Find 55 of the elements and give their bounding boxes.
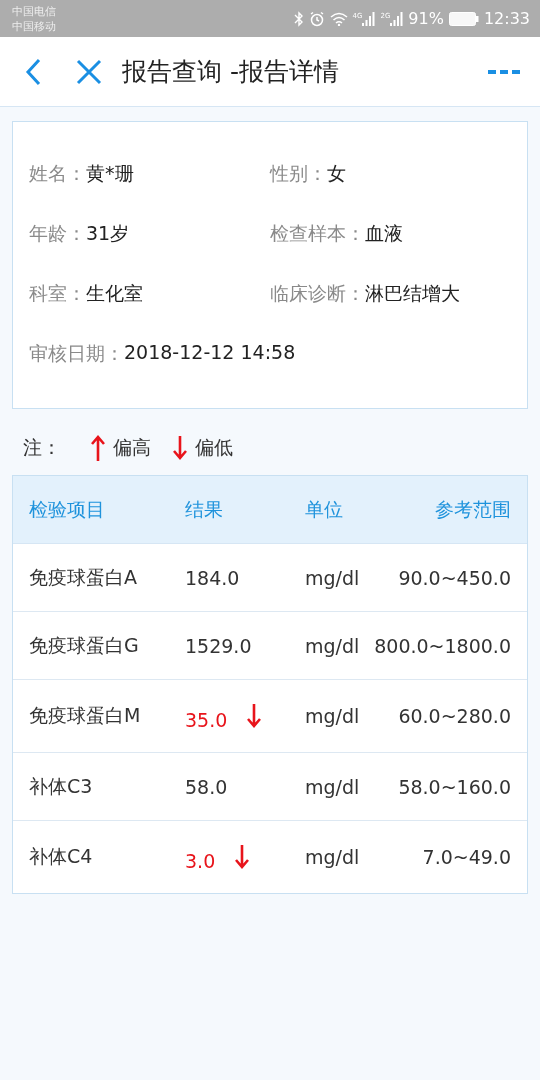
legend-label: 注：	[23, 435, 61, 460]
column-header: 结果	[185, 496, 224, 522]
reference-range: 800.0~1800.0	[374, 634, 511, 657]
column-header: 单位	[305, 496, 344, 522]
unit-value: mg/dl	[305, 566, 361, 589]
unit-value: mg/dl	[305, 846, 361, 868]
field-value: 女	[327, 161, 346, 186]
battery-percent: 91%	[408, 9, 444, 28]
legend-text: 偏低	[195, 435, 233, 460]
wifi-icon	[329, 11, 348, 26]
reference-range: 7.0~49.0	[421, 846, 511, 868]
field-label: 科室：	[29, 281, 86, 306]
reference-range: 90.0~450.0	[398, 566, 511, 589]
result-value: 35.0	[185, 709, 228, 731]
test-name: 免疫球蛋白A	[29, 564, 138, 590]
field-value: 31岁	[86, 221, 130, 246]
page-title: 报告查询 -报告详情	[122, 56, 340, 88]
bluetooth-icon	[293, 10, 304, 27]
field-value: 生化室	[86, 281, 143, 306]
column-header: 参考范围	[434, 496, 511, 522]
alarm-icon	[308, 10, 325, 27]
field-label: 姓名：	[29, 161, 86, 186]
close-button[interactable]	[76, 58, 102, 85]
clock-time: 12:33	[483, 9, 530, 28]
field-value: 淋巴结增大	[365, 281, 460, 306]
legend-text: 偏高	[113, 435, 151, 460]
result-value: 58.0	[185, 775, 228, 798]
back-button[interactable]	[24, 57, 42, 86]
field-value: 黄*珊	[86, 161, 134, 186]
unit-value: mg/dl	[305, 634, 361, 657]
test-name: 免疫球蛋白G	[29, 632, 140, 658]
unit-value: mg/dl	[305, 705, 361, 727]
field-label: 临床诊断：	[270, 281, 365, 306]
result-value: 1529.0	[185, 634, 252, 657]
battery-icon	[448, 11, 479, 26]
carrier-name: 中国移动	[12, 18, 56, 34]
unit-value: mg/dl	[305, 775, 361, 798]
field-label: 年龄：	[29, 221, 86, 246]
test-name: 免疫球蛋白M	[29, 703, 142, 728]
result-value: 184.0	[185, 566, 240, 589]
field-label: 审核日期：	[29, 341, 124, 366]
more-button[interactable]	[488, 67, 520, 76]
field-value: 血液	[365, 221, 403, 246]
field-value: 2018-12-12 14:58	[124, 341, 296, 365]
signal-icon	[362, 11, 376, 26]
reference-range: 58.0~160.0	[398, 775, 511, 798]
field-label: 检查样本：	[270, 221, 365, 246]
carrier-name: 中国电信	[12, 3, 56, 19]
result-value: 3.0	[185, 850, 216, 872]
signal-icon	[390, 11, 404, 26]
reference-range: 60.0~280.0	[398, 705, 511, 727]
test-name: 补体C3	[29, 773, 94, 799]
column-header: 检验项目	[29, 496, 106, 522]
test-name: 补体C4	[29, 844, 94, 869]
field-label: 性别：	[270, 161, 327, 186]
